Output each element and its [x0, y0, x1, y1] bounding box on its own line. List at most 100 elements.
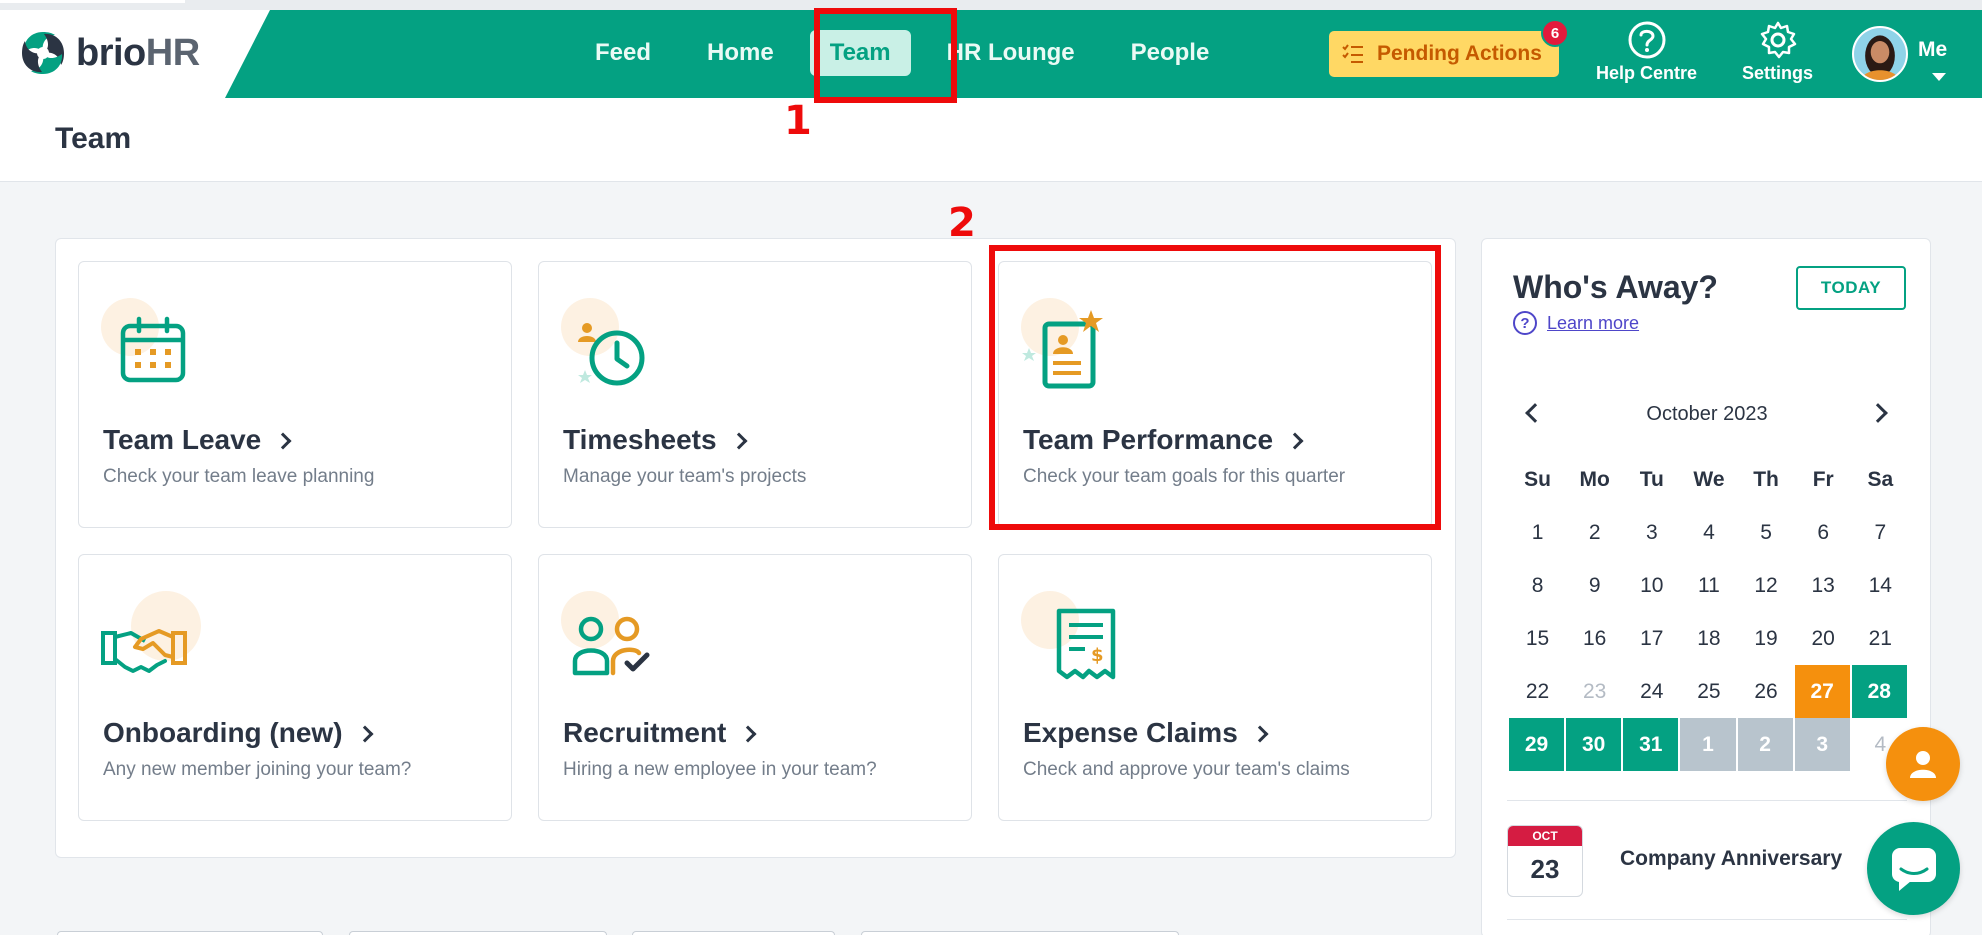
calendar-day[interactable]: 6 — [1795, 506, 1852, 559]
card-description: Check and approve your team's claims — [1023, 759, 1350, 780]
help-centre-button[interactable]: Help Centre — [1596, 20, 1697, 84]
calendar-month-label: October 2023 — [1646, 403, 1768, 425]
learn-more-link[interactable]: ? Learn more — [1513, 311, 1639, 335]
annotation-box-1 — [814, 8, 957, 103]
calendar-day[interactable]: 17 — [1623, 612, 1680, 665]
card-icon-wrap — [101, 591, 201, 691]
card-title-text: Timesheets — [563, 424, 717, 455]
calendar-week-row: 8 9 10 11 12 13 14 — [1509, 559, 1909, 612]
nav-feed[interactable]: Feed — [575, 30, 671, 76]
chevron-right-icon — [739, 725, 757, 743]
calendar-day[interactable]: 27 — [1794, 665, 1852, 718]
chevron-right-icon — [356, 725, 374, 743]
calendar-day[interactable]: 1 — [1509, 506, 1566, 559]
calendar-next-button[interactable] — [1867, 399, 1897, 429]
learn-more-label: Learn more — [1547, 312, 1640, 333]
weekday-label: Mo — [1579, 467, 1610, 491]
calendar-week-row: 1234567 — [1509, 506, 1909, 559]
calendar-day[interactable]: 4 — [1680, 506, 1737, 559]
calendar-day[interactable]: 31 — [1623, 718, 1681, 771]
calendar-day[interactable]: 5 — [1738, 506, 1795, 559]
bottom-tab-stub — [861, 931, 1179, 935]
settings-button[interactable]: Settings — [1742, 20, 1813, 84]
calendar-day[interactable]: 26 — [1738, 665, 1795, 718]
calendar-day[interactable]: 3 — [1623, 506, 1680, 559]
card-recruitment[interactable]: Recruitment Hiring a new employee in you… — [538, 554, 972, 821]
card-icon-wrap — [101, 298, 201, 398]
calendar-day[interactable]: 11 — [1680, 559, 1737, 612]
calendar-day[interactable]: 3 — [1794, 718, 1852, 771]
calendar-day[interactable]: 8 — [1509, 559, 1566, 612]
calendar-day[interactable]: 15 — [1509, 612, 1566, 665]
calendar-day[interactable]: 28 — [1851, 665, 1909, 718]
calendar-day[interactable]: 21 — [1852, 612, 1909, 665]
question-icon: ? — [1513, 311, 1537, 335]
calendar-week-row: 29 30 31 1 2 3 4 — [1509, 718, 1909, 771]
browser-tab-stub — [0, 0, 185, 3]
chevron-right-icon — [1868, 403, 1888, 423]
calendar-day[interactable]: 25 — [1680, 665, 1737, 718]
card-onboarding[interactable]: Onboarding (new) Any new member joining … — [78, 554, 512, 821]
event-month: OCT — [1508, 826, 1582, 846]
handshake-icon — [101, 629, 187, 673]
calendar-prev-button[interactable] — [1518, 399, 1548, 429]
card-description: Hiring a new employee in your team? — [563, 759, 877, 780]
card-title-text: Onboarding (new) — [103, 717, 343, 748]
annotation-number-2: 2 — [948, 200, 976, 246]
calendar-day[interactable]: 2 — [1566, 506, 1623, 559]
calendar-weekday-row: Su Mo Tu We Th Fr Sa — [1509, 453, 1909, 506]
user-avatar-icon — [1854, 28, 1906, 80]
nav-home[interactable]: Home — [687, 30, 794, 76]
me-label: Me — [1918, 38, 1948, 61]
checklist-icon — [1342, 44, 1363, 63]
bottom-tab-stub — [349, 931, 607, 935]
chevron-down-icon — [1932, 73, 1946, 81]
gear-icon — [1760, 21, 1796, 59]
pending-actions-button[interactable]: Pending Actions 6 — [1329, 19, 1569, 77]
weekday-label: Tu — [1639, 467, 1664, 491]
today-button[interactable]: TODAY — [1796, 266, 1906, 310]
logo-panel: brioHR — [0, 10, 270, 98]
svg-text:$: $ — [1091, 645, 1104, 666]
calendar-day[interactable]: 9 — [1566, 559, 1623, 612]
profile-fab-button[interactable] — [1886, 727, 1960, 801]
nav-people[interactable]: People — [1111, 30, 1230, 76]
calendar-event[interactable]: OCT 23 Company Anniversary — [1507, 825, 1907, 897]
calendar-day[interactable]: 12 — [1738, 559, 1795, 612]
calendar-day[interactable]: 19 — [1738, 612, 1795, 665]
calendar-day[interactable]: 13 — [1795, 559, 1852, 612]
card-description: Any new member joining your team? — [103, 759, 412, 780]
card-expense-claims[interactable]: $ Expense Claims Check and approve your … — [998, 554, 1432, 821]
card-team-leave[interactable]: Team Leave Check your team leave plannin… — [78, 261, 512, 528]
calendar-day[interactable]: 22 — [1509, 665, 1566, 718]
calendar-day[interactable]: 14 — [1852, 559, 1909, 612]
card-icon-wrap — [561, 591, 661, 691]
card-title-text: Team Leave — [103, 424, 262, 455]
clock-icon — [578, 323, 645, 386]
card-description: Manage your team's projects — [563, 466, 807, 487]
card-icon-wrap — [561, 298, 661, 398]
calendar-day[interactable]: 10 — [1623, 559, 1680, 612]
calendar-day[interactable]: 18 — [1680, 612, 1737, 665]
user-menu[interactable]: Me — [1852, 26, 1947, 82]
card-timesheets[interactable]: Timesheets Manage your team's projects — [538, 261, 972, 528]
calendar-day[interactable]: 24 — [1623, 665, 1680, 718]
calendar-day[interactable]: 23 — [1566, 665, 1623, 718]
chat-fab-button[interactable] — [1867, 822, 1960, 915]
calendar-day[interactable]: 29 — [1509, 718, 1567, 771]
calendar-day[interactable]: 16 — [1566, 612, 1623, 665]
help-centre-label: Help Centre — [1596, 63, 1698, 83]
calendar-icon — [120, 316, 186, 383]
card-title-text: Expense Claims — [1023, 717, 1238, 748]
calendar-day[interactable]: 1 — [1680, 718, 1738, 771]
calendar-day[interactable]: 2 — [1737, 718, 1795, 771]
avatar — [1852, 26, 1908, 82]
calendar-weeks: 1 2 3 4 5 6 7 8 9 10 11 12 13 14 15 16 17 18 19 20 21 22 23 24 2… — [1509, 506, 1909, 771]
brio-logo[interactable]: brioHR — [18, 28, 200, 78]
weekday-label: We — [1693, 467, 1725, 491]
weekday-label: Th — [1753, 467, 1779, 491]
calendar-day[interactable]: 20 — [1795, 612, 1852, 665]
calendar-day[interactable]: 7 — [1852, 506, 1909, 559]
pending-actions-count-badge: 6 — [1541, 19, 1569, 47]
calendar-day[interactable]: 30 — [1566, 718, 1624, 771]
